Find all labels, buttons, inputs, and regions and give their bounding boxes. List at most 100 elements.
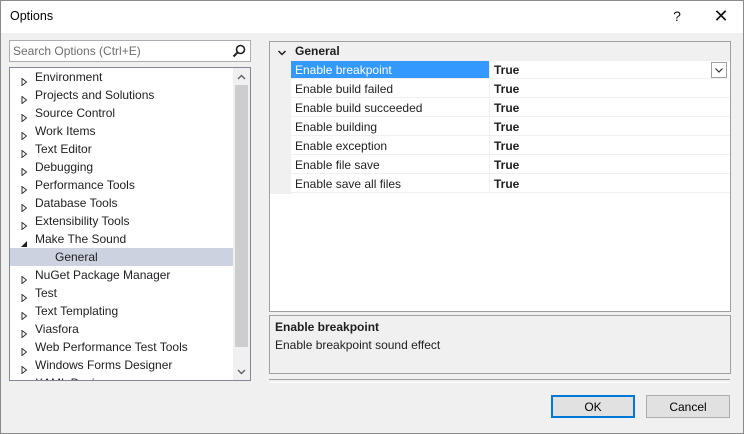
value-dropdown-button[interactable] [711,62,727,78]
tree-item-label: Projects and Solutions [35,88,155,102]
tree-item[interactable]: Environment [10,68,233,87]
search-icon[interactable] [231,43,247,59]
tree-item[interactable]: General [10,248,233,266]
tree-item[interactable]: Text Editor [10,140,233,159]
triangle-right-outline-icon[interactable] [20,307,28,321]
tree-item-label: XAML Designer [35,374,119,380]
scroll-up-button[interactable] [233,68,250,85]
triangle-right-outline-icon[interactable] [20,325,28,339]
tree-item[interactable]: NuGet Package Manager [10,266,233,285]
triangle-right-outline-icon[interactable] [20,109,28,123]
tree-item-label: Web Performance Test Tools [35,340,188,354]
property-value[interactable]: True [490,156,730,174]
triangle-down-filled-icon[interactable] [20,235,28,247]
triangle-right-outline-icon[interactable] [20,127,28,141]
property-row[interactable]: Enable file save True [270,156,730,175]
property-name[interactable]: Enable build failed [291,80,490,98]
tree-item[interactable]: Database Tools [10,194,233,213]
triangle-right-outline-icon[interactable] [20,379,28,380]
tree-item-label: NuGet Package Manager [35,268,171,282]
tree-item-label: Test [35,286,58,300]
property-name[interactable]: Enable breakpoint [291,61,490,79]
tree-item[interactable]: XAML Designer [10,374,233,380]
options-tree: Environment Projects and Solutions Source … [9,67,251,381]
tree-item[interactable]: Text Templating [10,302,233,321]
property-value[interactable]: True [490,80,730,98]
close-button[interactable]: ✕ [699,1,743,31]
search-input[interactable] [13,42,231,59]
tree-item[interactable]: Debugging [10,158,233,177]
category-row-general[interactable]: General [270,42,730,61]
property-row[interactable]: Enable breakpoint True [270,61,730,80]
property-value[interactable]: True [490,175,730,193]
tree-item-label: Performance Tools [35,178,135,192]
property-rows: Enable breakpoint True Enable build failed… [270,61,730,194]
row-gutter [270,80,291,99]
tree-item-label: Database Tools [35,196,118,210]
description-panel: Enable breakpoint Enable breakpoint soun… [269,315,731,374]
cancel-button[interactable]: Cancel [646,395,730,418]
tree-item-label: Text Editor [35,142,92,156]
divider [269,379,730,383]
tree-item-label: Text Templating [35,304,119,318]
tree-item-label: Work Items [35,124,96,138]
property-row[interactable]: Enable build succeeded True [270,99,730,118]
property-value[interactable]: True [490,61,730,79]
tree-item[interactable]: Viasfora [10,320,233,339]
scroll-thumb[interactable] [235,85,248,347]
property-name[interactable]: Enable build succeeded [291,99,490,117]
triangle-right-outline-icon[interactable] [20,91,28,105]
tree-item-label: Extensibility Tools [35,214,130,228]
property-grid: General Enable breakpoint True Enable buil… [269,41,731,312]
tree-item[interactable]: Performance Tools [10,176,233,195]
triangle-right-outline-icon[interactable] [20,343,28,357]
triangle-right-outline-icon[interactable] [20,73,28,87]
property-row[interactable]: Enable exception True [270,137,730,156]
tree-item[interactable]: Extensibility Tools [10,212,233,231]
tree-item-label: Viasfora [35,322,79,336]
property-row[interactable]: Enable build failed True [270,80,730,99]
triangle-right-outline-icon[interactable] [20,145,28,159]
ok-button[interactable]: OK [551,395,635,418]
property-value[interactable]: True [490,99,730,117]
tree-item[interactable]: Source Control [10,104,233,123]
property-name[interactable]: Enable building [291,118,490,136]
property-value[interactable]: True [490,137,730,155]
triangle-right-outline-icon[interactable] [20,217,28,231]
property-name[interactable]: Enable file save [291,156,490,174]
tree-scrollbar[interactable] [233,68,250,380]
triangle-right-outline-icon[interactable] [20,163,28,177]
tree-item[interactable]: Windows Forms Designer [10,356,233,375]
property-name[interactable]: Enable exception [291,137,490,155]
title-bar: Options ? ✕ [1,1,743,33]
search-box [9,40,251,62]
tree-item-label: General [55,250,98,264]
tree-item[interactable]: Work Items [10,122,233,141]
property-row[interactable]: Enable save all files True [270,175,730,194]
chevron-down-icon[interactable] [277,47,287,57]
category-label: General [295,44,340,58]
row-gutter [270,99,291,118]
scroll-down-button[interactable] [233,363,250,380]
tree-item-label: Debugging [35,160,94,174]
description-title: Enable breakpoint [275,320,380,334]
triangle-right-outline-icon[interactable] [20,199,28,213]
help-button[interactable]: ? [655,1,699,31]
triangle-right-outline-icon[interactable] [20,361,28,375]
tree-item-label: Make The Sound [35,232,127,246]
triangle-right-outline-icon[interactable] [20,271,28,285]
row-gutter [270,118,291,137]
row-gutter [270,175,291,194]
property-value[interactable]: True [490,118,730,136]
tree-item[interactable]: Test [10,284,233,303]
tree-list: Environment Projects and Solutions Source … [10,68,233,380]
scroll-up-arrow-icon [237,74,246,79]
triangle-right-outline-icon[interactable] [20,289,28,303]
scroll-down-arrow-icon [237,369,246,374]
property-name[interactable]: Enable save all files [291,175,490,193]
property-row[interactable]: Enable building True [270,118,730,137]
tree-item[interactable]: Make The Sound [10,230,233,248]
triangle-right-outline-icon[interactable] [20,181,28,195]
tree-item[interactable]: Projects and Solutions [10,86,233,105]
tree-item[interactable]: Web Performance Test Tools [10,338,233,357]
